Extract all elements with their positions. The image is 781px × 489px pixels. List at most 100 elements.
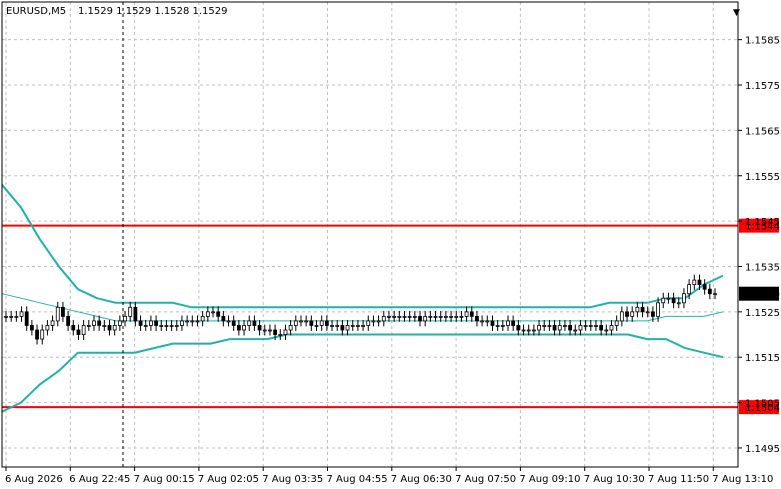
candle-body [262, 329, 267, 332]
candle [433, 310, 438, 322]
candle-body [97, 320, 102, 326]
candle-body [133, 306, 138, 322]
candle [174, 320, 179, 331]
current-price-label: 1.1529 [745, 290, 780, 301]
candle-body [423, 315, 428, 322]
y-tick-label: 1.1535 [745, 262, 780, 273]
candle [609, 320, 614, 336]
candle-body [112, 325, 117, 331]
candle [542, 320, 547, 331]
candle [402, 310, 407, 322]
time-axis[interactable]: 6 Aug 2026 6 Aug 22:45 7 Aug 00:15 7 Aug 02… [5, 467, 773, 485]
candle-body [697, 279, 702, 286]
candle [614, 315, 619, 331]
candle-body [304, 320, 309, 323]
candle [55, 301, 60, 327]
candle [443, 310, 448, 322]
candle-body [656, 302, 660, 317]
candle-body [288, 325, 293, 331]
candle-body [350, 325, 355, 327]
candle-body [407, 315, 412, 318]
candle-body [397, 315, 402, 318]
candle-body [495, 325, 500, 327]
candle [537, 320, 541, 336]
candle [190, 315, 195, 327]
candle-body [454, 315, 459, 318]
candle [500, 320, 505, 331]
candle-body [76, 329, 81, 335]
candle [169, 320, 174, 331]
candle-body [4, 315, 8, 318]
candle-body [330, 325, 334, 327]
candle-body [324, 320, 329, 326]
candle [268, 324, 272, 336]
candle [557, 320, 562, 336]
candle-body [180, 320, 184, 326]
candle-body [676, 302, 681, 305]
candle-body [231, 320, 236, 326]
candle-body [123, 315, 127, 322]
plot-frame [1, 1, 739, 468]
candle [221, 310, 226, 327]
y-tick-label: 1.1505 [745, 399, 780, 410]
candle [14, 310, 19, 322]
candle [29, 320, 34, 336]
candle [288, 320, 293, 336]
candle-body [211, 311, 215, 314]
candle-body [107, 325, 112, 331]
candle-body [614, 320, 619, 326]
candle-body [361, 325, 365, 327]
candle [495, 320, 500, 331]
candle-body [345, 325, 350, 331]
candle [50, 315, 55, 331]
x-tick-label: 6 Aug 2026 [5, 474, 63, 485]
candle [45, 320, 50, 336]
candle [205, 306, 210, 322]
candle-body [92, 320, 96, 326]
candle-body [464, 311, 469, 317]
candle-body [356, 325, 360, 327]
candle [568, 320, 572, 336]
candle [180, 315, 184, 331]
candle-body [35, 329, 39, 340]
candle-body [66, 315, 71, 326]
candle [226, 315, 231, 327]
candle [66, 310, 71, 331]
candle [635, 301, 640, 318]
candle [319, 315, 324, 331]
horizontal-levels: 1.15441.1504 [2, 218, 780, 415]
candle [164, 320, 169, 331]
candle [314, 320, 319, 331]
y-tick-label: 1.1515 [745, 353, 780, 364]
candle [563, 320, 567, 331]
candle [588, 320, 593, 331]
candle-body [563, 325, 567, 327]
candle-body [314, 325, 319, 327]
candle-body [371, 320, 376, 323]
candle [154, 315, 158, 331]
candle [350, 320, 355, 331]
candle [159, 320, 164, 331]
price-axis[interactable]: 1.1585 1.1575 1.1565 1.1555 1.1545 1.1535 1.15… [738, 36, 780, 455]
price-chart[interactable]: 1.15441.1504 1.15851.15751.15651.15551.1… [0, 0, 781, 489]
candle-body [61, 306, 65, 317]
candle [397, 310, 402, 322]
candle-body [283, 329, 288, 335]
x-tick-label: 7 Aug 06:30 [391, 474, 452, 485]
candle-body [500, 325, 505, 327]
candle [112, 320, 117, 336]
candle [454, 310, 459, 322]
candle-body [521, 329, 526, 332]
candle-body [640, 306, 645, 313]
chevron-down-icon[interactable]: ▼ [733, 8, 740, 18]
candle-body [278, 334, 283, 336]
candle-body [459, 315, 464, 318]
candle-body [428, 315, 433, 318]
candle-body [40, 329, 45, 340]
candle-body [221, 315, 226, 322]
candle-body [19, 311, 24, 317]
candle [117, 315, 122, 331]
candle-body [531, 329, 536, 332]
candle-body [526, 329, 531, 332]
candle-body [149, 320, 153, 326]
